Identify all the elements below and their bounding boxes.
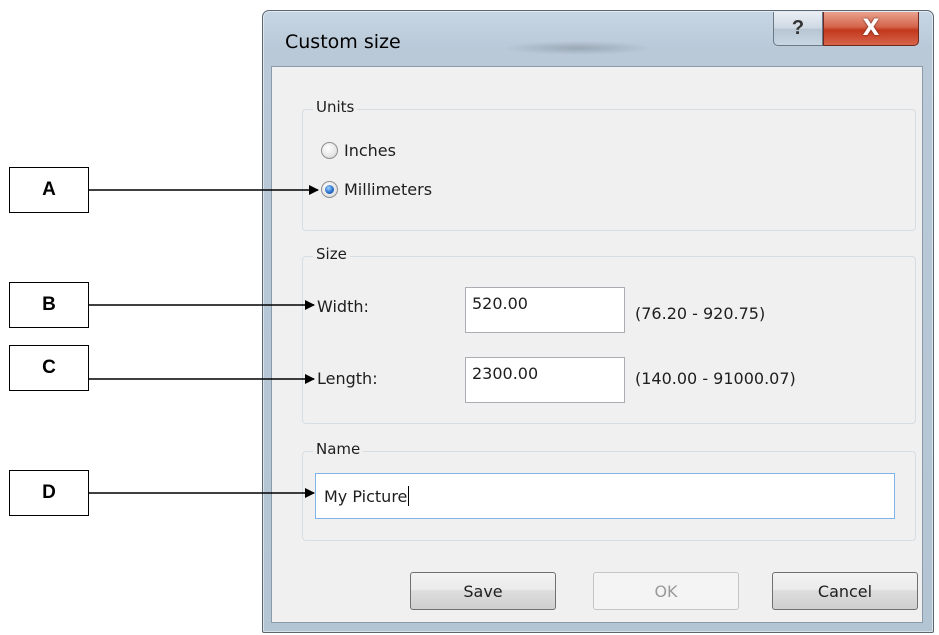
- width-range: (76.20 - 920.75): [635, 304, 766, 323]
- close-button[interactable]: X: [823, 12, 919, 46]
- help-button[interactable]: ?: [773, 12, 823, 46]
- units-legend: Units: [313, 98, 358, 116]
- name-value: My Picture: [324, 486, 408, 506]
- radio-inches[interactable]: Inches: [321, 141, 396, 160]
- cancel-button[interactable]: Cancel: [772, 572, 918, 610]
- name-input[interactable]: My Picture: [315, 473, 895, 519]
- radio-inches-circle[interactable]: [321, 142, 338, 159]
- length-value: 2300.00: [472, 364, 539, 383]
- text-caret: [408, 486, 410, 506]
- radio-inches-label: Inches: [344, 141, 396, 160]
- radio-millimeters-label: Millimeters: [344, 180, 433, 199]
- units-group: Units Inches Millimeters: [302, 98, 916, 231]
- save-button[interactable]: Save: [410, 572, 556, 610]
- help-icon: ?: [791, 17, 805, 39]
- length-range: (140.00 - 91000.07): [635, 369, 796, 388]
- name-legend: Name: [313, 440, 364, 458]
- dialog-title: Custom size: [285, 31, 401, 53]
- size-legend: Size: [313, 245, 350, 263]
- length-input[interactable]: 2300.00: [465, 357, 625, 403]
- ok-button[interactable]: OK: [593, 572, 739, 610]
- callout-c: C: [9, 345, 89, 391]
- width-value: 520.00: [472, 294, 528, 313]
- callout-b: B: [9, 282, 89, 328]
- width-input[interactable]: 520.00: [465, 287, 625, 333]
- close-icon: X: [862, 16, 880, 41]
- size-group: Size Width: 520.00 (76.20 - 920.75) Leng…: [302, 245, 916, 424]
- custom-size-dialog: Custom size ? X Units Inches Millimeters…: [262, 10, 934, 633]
- callout-d: D: [9, 470, 89, 516]
- dialog-client-area: Units Inches Millimeters Size Width: 520…: [271, 66, 923, 623]
- callout-a: A: [9, 167, 89, 213]
- radio-millimeters[interactable]: Millimeters: [321, 180, 432, 199]
- name-group: Name My Picture: [302, 440, 916, 541]
- title-bar: Custom size ? X: [263, 11, 933, 65]
- width-label: Width:: [317, 297, 369, 316]
- radio-millimeters-circle[interactable]: [321, 181, 338, 198]
- length-label: Length:: [317, 369, 378, 388]
- title-glow: [503, 41, 653, 55]
